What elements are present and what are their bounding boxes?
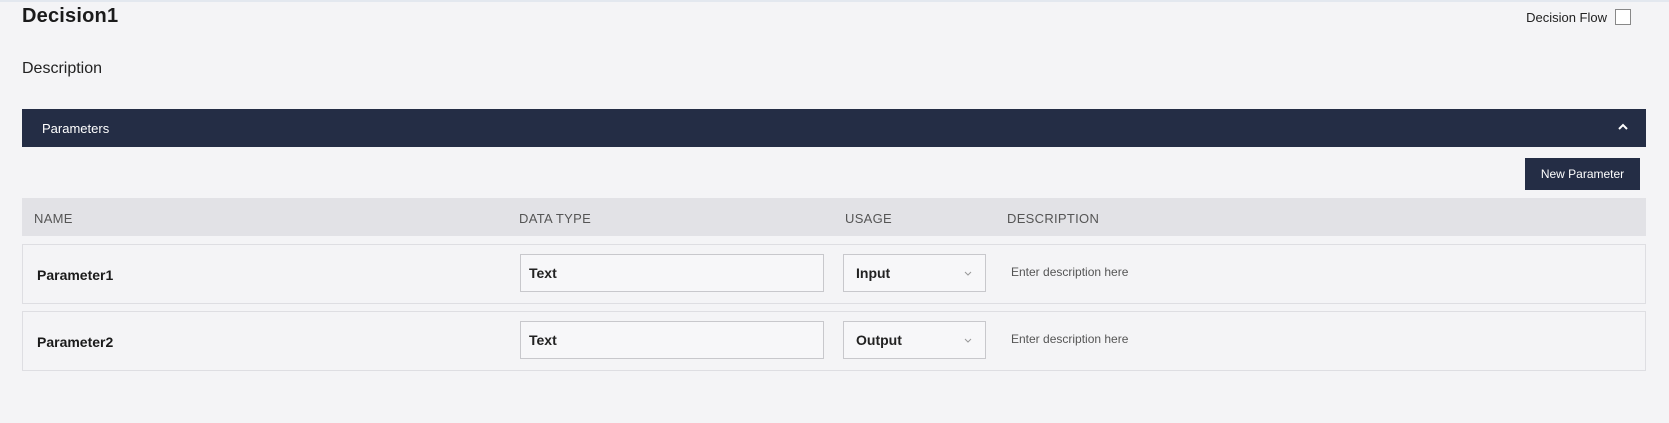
description-field[interactable]: Enter description here — [1011, 332, 1128, 346]
table-row: Parameter1 Text Input Enter description … — [22, 244, 1646, 304]
column-header-name: NAME — [34, 211, 73, 226]
data-type-field[interactable]: Text — [520, 321, 824, 359]
column-header-data-type: DATA TYPE — [519, 211, 592, 226]
parameters-panel-title: Parameters — [42, 120, 110, 136]
chevron-up-icon[interactable] — [1616, 120, 1630, 134]
column-header-description: DESCRIPTION — [1007, 211, 1100, 226]
chevron-down-icon — [964, 338, 972, 343]
usage-select[interactable]: Output — [843, 321, 986, 359]
page-title: Decision1 — [22, 5, 119, 27]
parameters-panel-header[interactable]: Parameters — [22, 109, 1646, 147]
table-row: Parameter2 Text Output Enter description… — [22, 311, 1646, 371]
column-header-usage: USAGE — [845, 211, 893, 226]
decision-flow-toggle[interactable]: Decision Flow — [1526, 9, 1631, 25]
decision-flow-checkbox[interactable] — [1615, 9, 1631, 25]
table-header: NAME DATA TYPE USAGE DESCRIPTION — [22, 198, 1646, 236]
usage-select[interactable]: Input — [843, 254, 986, 292]
decision-flow-label: Decision Flow — [1526, 9, 1607, 25]
data-type-field[interactable]: Text — [520, 254, 824, 292]
parameter-name[interactable]: Parameter2 — [37, 334, 113, 350]
top-divider — [0, 0, 1669, 2]
chevron-down-icon — [964, 271, 972, 276]
usage-select-value: Input — [856, 265, 891, 281]
description-label[interactable]: Description — [22, 60, 102, 78]
usage-select-value: Output — [856, 332, 902, 348]
new-parameter-button[interactable]: New Parameter — [1525, 158, 1640, 190]
description-field[interactable]: Enter description here — [1011, 265, 1128, 279]
parameter-name[interactable]: Parameter1 — [37, 267, 113, 283]
